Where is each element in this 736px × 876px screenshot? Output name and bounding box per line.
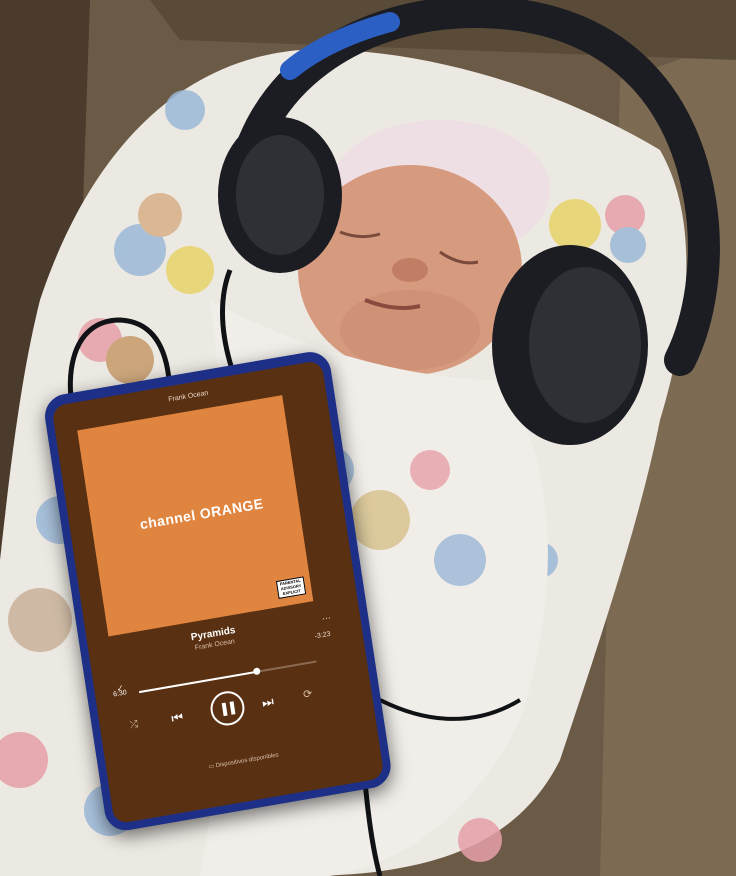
next-icon[interactable]: ⏭ [261, 693, 275, 711]
pause-icon [221, 702, 228, 717]
shuffle-icon[interactable]: ⤮ [129, 719, 139, 731]
pause-button[interactable] [208, 688, 247, 729]
previous-icon[interactable]: ⏮ [170, 709, 184, 727]
time-remaining: -3:23 [314, 630, 331, 641]
time-elapsed: 6:30 [112, 689, 128, 699]
baby-nose [392, 258, 428, 282]
album-art[interactable]: channel ORANGE PARENTAL ADVISORY EXPLICI… [77, 395, 314, 637]
playback-controls: ⤮ ⏮ ⏭ ⟳ [127, 671, 350, 748]
music-player-screen: Frank Ocean channel ORANGE PARENTAL ADVI… [51, 359, 385, 825]
devices-label: Dispositivos disponibles [215, 752, 280, 770]
more-icon[interactable]: ⋯ [321, 612, 332, 624]
parental-advisory-label: PARENTAL ADVISORY EXPLICIT CONTENT [275, 576, 307, 599]
progress-knob[interactable] [252, 667, 261, 676]
album-title: channel ORANGE [138, 495, 265, 533]
repeat-icon[interactable]: ⟳ [302, 687, 313, 701]
